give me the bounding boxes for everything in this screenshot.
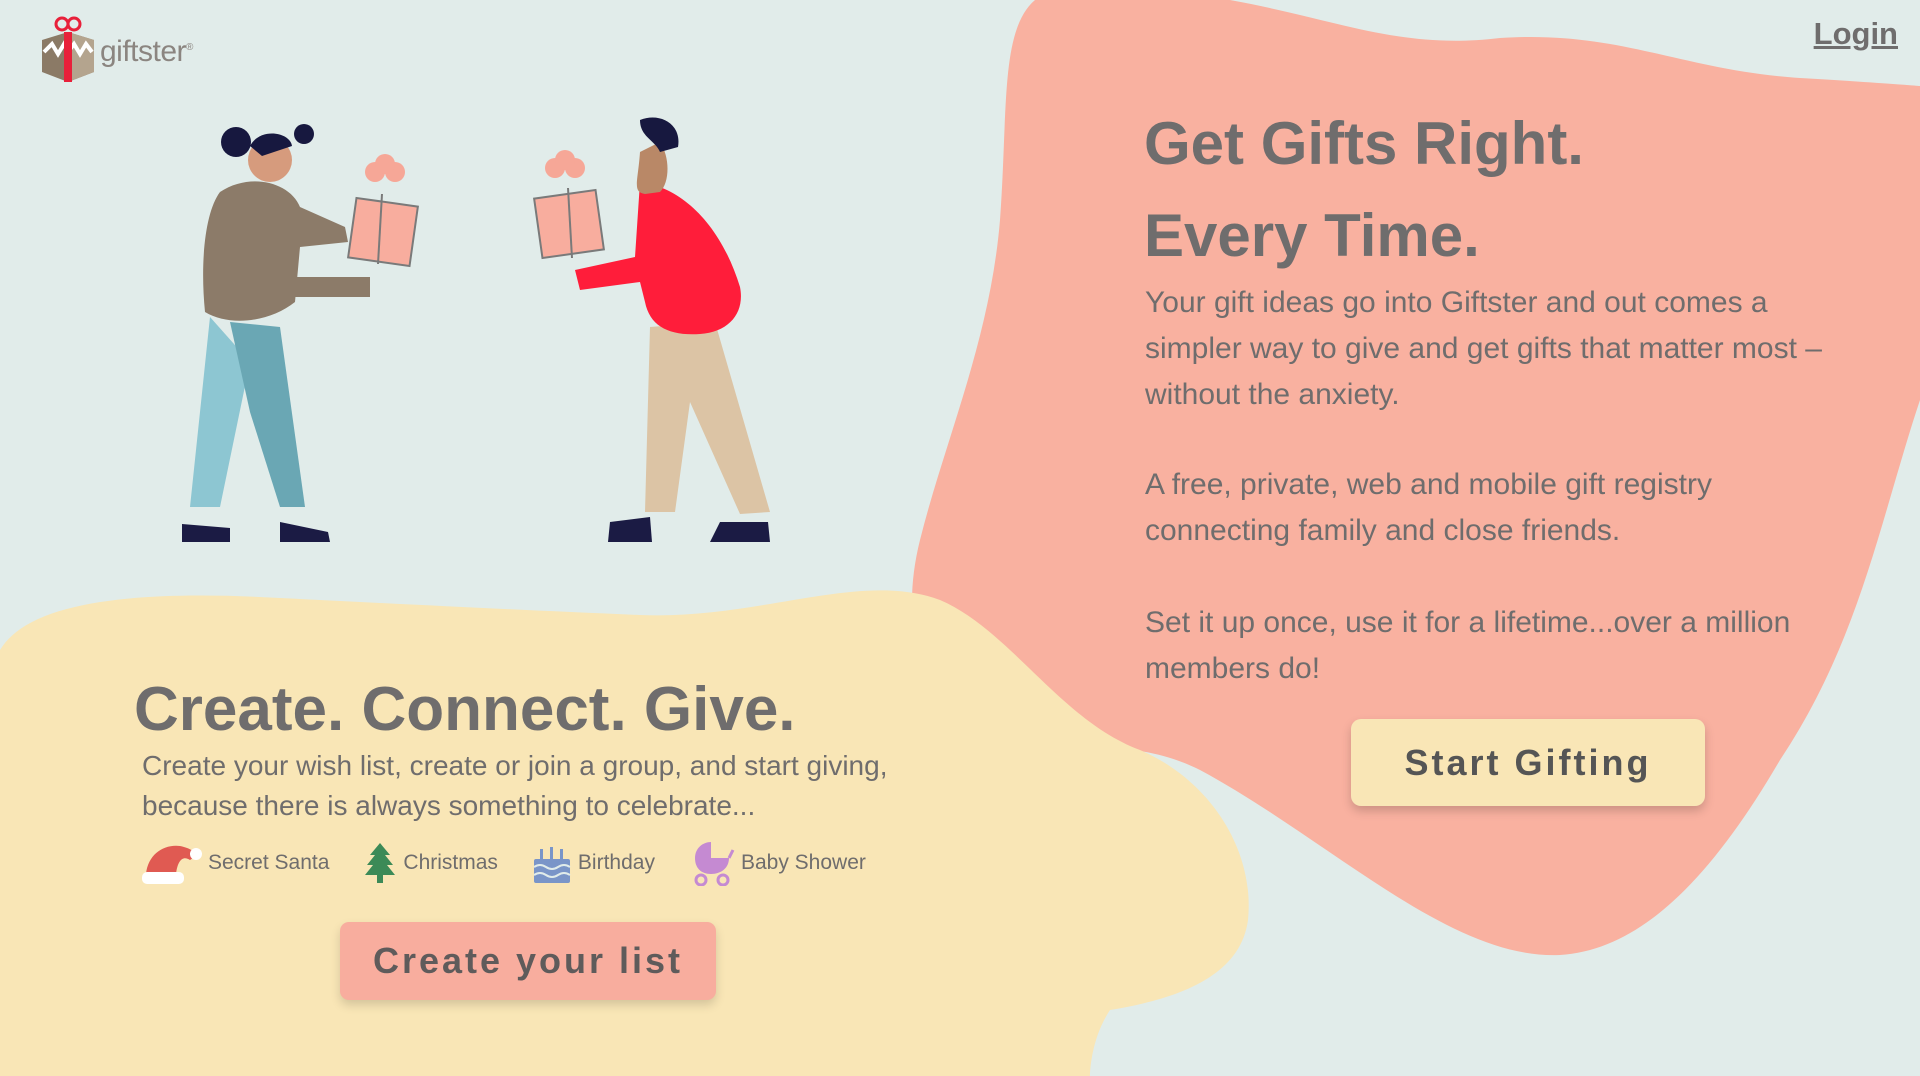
start-gifting-button[interactable]: Start Gifting: [1351, 719, 1705, 806]
brand-name: giftster: [100, 35, 187, 68]
gift-box-logo-icon: [42, 16, 94, 82]
santa-hat-icon: [142, 845, 202, 884]
occasion-secret-santa: Secret Santa: [140, 840, 329, 886]
woman-figure: [182, 124, 420, 542]
hero-paragraph-1: Your gift ideas go into Giftster and out…: [1145, 286, 1822, 411]
login-link[interactable]: Login: [1814, 16, 1898, 52]
hero-paragraph-3: Set it up once, use it for a lifetime...…: [1145, 606, 1791, 685]
trademark-symbol: ®: [186, 42, 193, 53]
hero-title-line2: Every Time.: [1144, 202, 1480, 269]
occasion-label: Christmas: [403, 851, 498, 874]
hero-title: Get Gifts Right. Every Time.: [1144, 98, 1584, 282]
logo-wordmark: giftster®: [100, 35, 193, 69]
christmas-tree-icon: [365, 843, 396, 883]
create-section-paragraph: Create your wish list, create or join a …: [142, 750, 888, 821]
occasion-list: Secret Santa Christmas Birthday Baby Sho…: [140, 840, 900, 886]
baby-stroller-icon: [694, 842, 735, 886]
create-section-title: Create. Connect. Give.: [134, 675, 796, 744]
create-your-list-button[interactable]: Create your list: [340, 922, 716, 1000]
occasion-label: Baby Shower: [740, 851, 866, 874]
giftster-logo[interactable]: giftster®: [38, 12, 193, 84]
occasion-label: Secret Santa: [208, 851, 330, 874]
occasion-birthday: Birthday: [532, 841, 655, 885]
occasion-christmas: Christmas: [363, 841, 498, 885]
birthday-cake-icon: [533, 847, 571, 883]
occasion-label: Birthday: [577, 851, 655, 874]
occasion-baby-shower: Baby Shower: [689, 840, 866, 886]
hero-title-line1: Get Gifts Right.: [1144, 110, 1584, 177]
man-figure: [532, 117, 770, 542]
gift-exchange-illustration: [182, 117, 770, 542]
hero-paragraph-2: A free, private, web and mobile gift reg…: [1145, 468, 1712, 547]
